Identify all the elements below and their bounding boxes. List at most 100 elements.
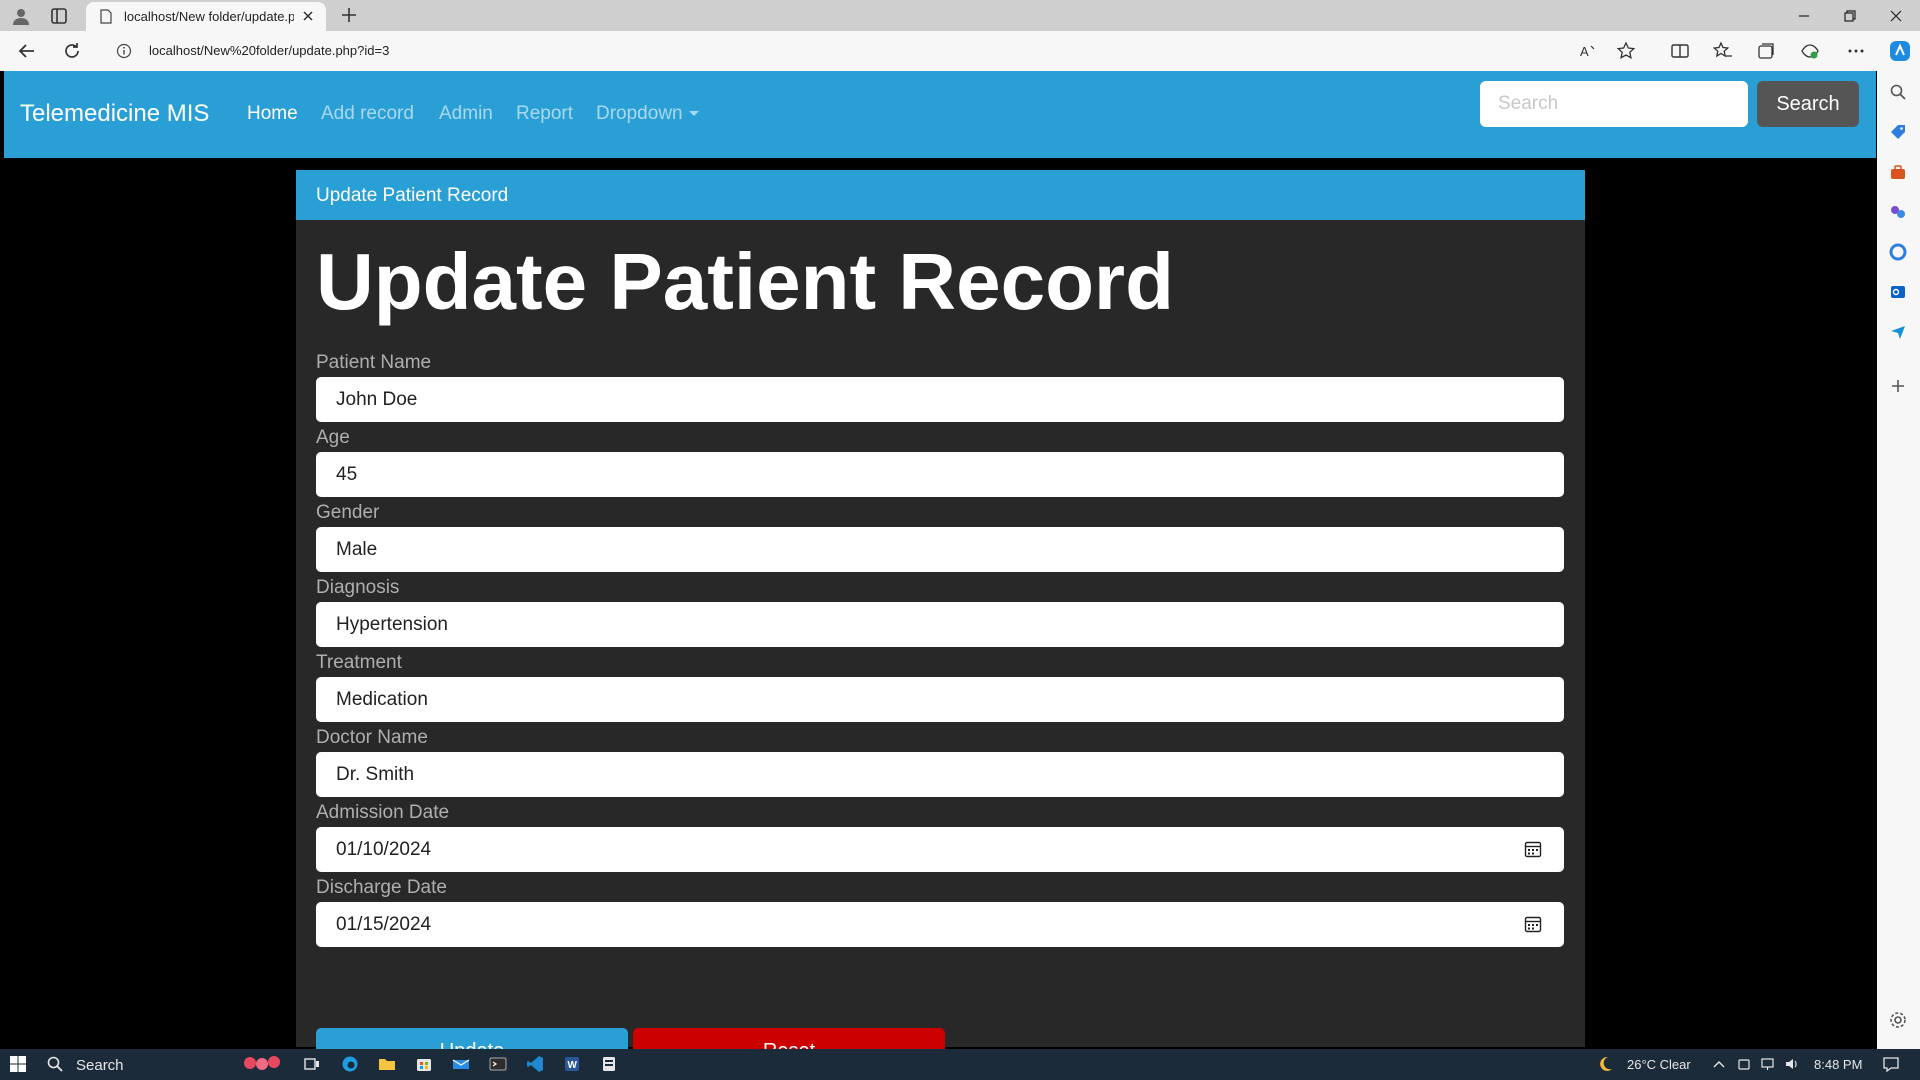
browser-essentials-icon[interactable] [1800, 41, 1820, 61]
nav-report-link[interactable]: Report [516, 103, 573, 125]
games-icon[interactable] [1889, 203, 1907, 221]
browser-toolbar: localhost/New%20folder/update.php?id=3 A [0, 31, 1920, 71]
calendar-icon[interactable] [1524, 915, 1542, 933]
sidebar-search-icon[interactable] [1889, 83, 1907, 101]
refresh-icon[interactable] [62, 41, 82, 61]
update-record-card: Update Patient Record Update Patient Rec… [296, 170, 1585, 1075]
file-explorer-icon[interactable] [378, 1055, 396, 1073]
store-app-icon[interactable] [415, 1055, 433, 1073]
windows-start-icon[interactable] [9, 1055, 27, 1073]
browser-tab-strip: localhost/New folder/update.php [0, 0, 1920, 31]
navbar-search-input[interactable] [1480, 81, 1748, 127]
admission-date-label: Admission Date [316, 802, 450, 823]
treatment-label: Treatment [316, 652, 402, 673]
tray-chevron-up-icon[interactable] [1712, 1055, 1726, 1073]
gender-input[interactable]: Male [316, 527, 1564, 572]
drop-send-icon[interactable] [1889, 323, 1907, 341]
gender-value: Male [336, 538, 378, 560]
address-bar[interactable]: localhost/New%20folder/update.php?id=3 [104, 35, 1614, 67]
battery-icon[interactable] [1737, 1055, 1751, 1073]
url-text[interactable]: localhost/New%20folder/update.php?id=3 [149, 43, 389, 58]
word-app-icon[interactable]: W [563, 1055, 581, 1073]
weather-text[interactable]: 26°C Clear [1627, 1057, 1691, 1072]
nav-admin-link[interactable]: Admin [439, 103, 493, 125]
caret-down-icon [688, 111, 699, 117]
nav-dropdown-label: Dropdown [596, 103, 683, 124]
doctor-name-input[interactable]: Dr. Smith [316, 752, 1564, 797]
site-info-icon[interactable] [116, 43, 132, 59]
diagnosis-input[interactable]: Hypertension [316, 602, 1564, 647]
xampp-app-icon[interactable] [600, 1055, 618, 1073]
mail-app-icon[interactable] [452, 1055, 470, 1073]
svg-text:W: W [568, 1060, 578, 1071]
patient-name-label: Patient Name [316, 352, 432, 373]
close-window-icon[interactable] [1884, 4, 1908, 28]
taskbar-search-icon[interactable] [46, 1055, 64, 1073]
doctor-name-label: Doctor Name [316, 727, 428, 748]
tab-actions-icon[interactable] [50, 7, 68, 25]
task-view-icon[interactable] [303, 1055, 321, 1073]
svg-text:A: A [1580, 44, 1589, 59]
new-tab-icon[interactable] [340, 6, 358, 24]
age-input[interactable]: 45 [316, 452, 1564, 497]
windows-taskbar: Search W 26°C Clear 8:48 PM [0, 1049, 1920, 1080]
vscode-app-icon[interactable] [526, 1055, 544, 1073]
calendar-icon[interactable] [1524, 840, 1542, 858]
shopping-tag-icon[interactable] [1889, 123, 1907, 141]
card-header: Update Patient Record [296, 170, 1585, 220]
terminal-app-icon[interactable] [489, 1055, 507, 1073]
page-title: Update Patient Record [316, 237, 1174, 326]
flowers-widget-icon[interactable] [240, 1055, 284, 1073]
notifications-icon[interactable] [1882, 1055, 1900, 1073]
sidebar-settings-icon[interactable] [1889, 1011, 1907, 1029]
nav-home-link[interactable]: Home [247, 103, 298, 125]
restore-icon[interactable] [1838, 4, 1862, 28]
discharge-date-label: Discharge Date [316, 877, 447, 898]
copilot-icon[interactable] [1888, 39, 1912, 63]
web-page: Telemedicine MIS Home Add record Admin R… [4, 71, 1876, 1075]
age-value: 45 [336, 463, 358, 485]
close-tab-icon[interactable] [300, 8, 316, 24]
discharge-date-value: 01/15/2024 [336, 913, 432, 935]
top-navbar: Telemedicine MIS Home Add record Admin R… [4, 71, 1876, 158]
age-label: Age [316, 427, 350, 448]
volume-icon[interactable] [1784, 1055, 1800, 1073]
admission-date-input[interactable]: 01/10/2024 [316, 827, 1564, 872]
tab-title: localhost/New folder/update.php [124, 9, 294, 24]
favorites-icon[interactable] [1713, 41, 1733, 61]
card-header-title: Update Patient Record [316, 185, 509, 206]
weather-moon-icon[interactable] [1596, 1055, 1614, 1073]
read-aloud-icon[interactable]: A [1578, 41, 1598, 61]
nav-add-record-link[interactable]: Add record [321, 103, 414, 125]
patient-name-input[interactable]: John Doe [316, 377, 1564, 422]
sidebar-add-icon[interactable] [1889, 377, 1907, 395]
collections-icon[interactable] [1756, 41, 1776, 61]
clock-time[interactable]: 8:48 PM [1814, 1057, 1862, 1072]
navbar-search-button[interactable]: Search [1757, 81, 1859, 127]
split-screen-icon[interactable] [1670, 41, 1690, 61]
treatment-input[interactable]: Medication [316, 677, 1564, 722]
browser-tab-active[interactable]: localhost/New folder/update.php [86, 2, 326, 31]
edge-app-icon[interactable] [341, 1055, 359, 1073]
microsoft-365-icon[interactable] [1889, 243, 1907, 261]
back-icon[interactable] [17, 41, 37, 61]
admission-date-value: 01/10/2024 [336, 838, 432, 860]
tools-briefcase-icon[interactable] [1889, 163, 1907, 181]
more-options-icon[interactable] [1846, 41, 1866, 61]
taskbar-search-label[interactable]: Search [76, 1057, 124, 1074]
diagnosis-value: Hypertension [336, 613, 448, 635]
edge-sidebar [1877, 71, 1920, 1049]
doctor-name-value: Dr. Smith [336, 763, 415, 785]
favorite-star-icon[interactable] [1616, 41, 1636, 61]
nav-dropdown-toggle[interactable]: Dropdown [596, 103, 699, 125]
gender-label: Gender [316, 502, 380, 523]
patient-name-value: John Doe [336, 388, 418, 410]
network-icon[interactable] [1760, 1055, 1776, 1073]
discharge-date-input[interactable]: 01/15/2024 [316, 902, 1564, 947]
minimize-icon[interactable] [1792, 4, 1816, 28]
outlook-icon[interactable] [1889, 283, 1907, 301]
treatment-value: Medication [336, 688, 428, 710]
profile-icon[interactable] [11, 6, 31, 26]
page-icon [100, 9, 112, 24]
brand-link[interactable]: Telemedicine MIS [20, 100, 209, 128]
